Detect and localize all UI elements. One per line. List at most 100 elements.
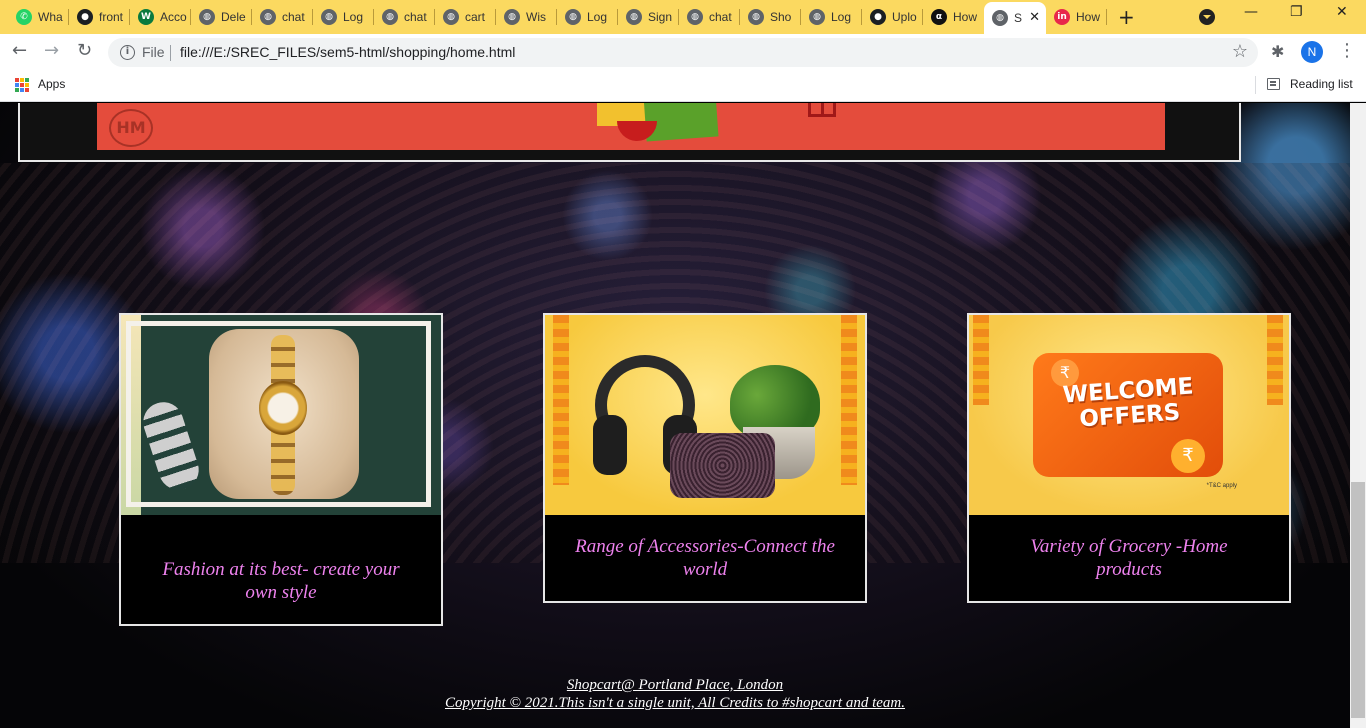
tab-title: Wis [526,10,546,24]
globe-icon: ◍ [321,9,337,25]
rupee-icon: ₹ [1171,439,1205,473]
browser-tab[interactable]: ◍ Wis [496,4,557,30]
browser-tab[interactable]: ◍ chat [679,4,740,30]
address-divider [170,45,171,61]
globe-icon: ◍ [382,9,398,25]
tnc-note: *T&C apply [1206,483,1237,489]
extensions-puzzle-icon[interactable]: ✱ [1271,42,1284,61]
info-icon[interactable]: i [120,45,135,60]
browser-tab[interactable]: ● front [69,4,130,30]
browser-tab[interactable]: ◍ S ✕ [984,2,1046,34]
browser-tab[interactable]: ◍ Log [557,4,618,30]
globe-icon: ◍ [748,9,764,25]
tab-title: front [99,10,124,24]
browser-tab[interactable]: ✆ Wha [8,4,69,30]
tab-title: Sign [648,10,673,24]
gift-outline-icon [808,103,836,117]
tab-title: S [1014,11,1023,25]
footer-address-link[interactable]: Shopcart@ Portland Place, London [0,676,1350,694]
tab-title: chat [709,10,732,24]
product-card-grocery[interactable]: ₹ WELCOME OFFERS ₹ *T&C apply Variety of… [967,313,1291,603]
bookmarks-divider [1255,76,1256,94]
tab-title: Log [587,10,608,24]
invision-icon: in [1054,9,1070,25]
reload-button[interactable]: ↻ [77,40,92,61]
browser-tab[interactable]: ◍ Dele [191,4,252,30]
close-tab-icon[interactable]: ✕ [1029,10,1040,25]
tab-title: Wha [38,10,63,24]
page-viewport: HM Fashion at its best- create your own … [0,103,1350,728]
browser-tab[interactable]: W Acco [130,4,191,30]
globe-icon: ◍ [626,9,642,25]
globe-icon: ◍ [809,9,825,25]
globe-icon: ◍ [260,9,276,25]
browser-toolbar: ← → ↻ i File file:///E:/SREC_FILES/sem5-… [0,34,1366,70]
browser-tab[interactable]: ◍ cart [435,4,496,30]
tab-title: How [953,10,978,24]
bookmarks-bar: Apps Reading list [0,70,1366,102]
tab-title: Sho [770,10,792,24]
welcome-offers-image[interactable]: ₹ WELCOME OFFERS ₹ *T&C apply [969,315,1289,515]
browser-tab[interactable]: ◍ chat [252,4,313,30]
tab-title: chat [282,10,305,24]
browser-tab[interactable]: ◍ Sign [618,4,679,30]
wix-icon: W [138,9,154,25]
github-icon: ● [870,9,886,25]
browser-tab[interactable]: ◍ chat [374,4,435,30]
tab-title: Log [343,10,364,24]
card-caption: Range of Accessories-Connect the world [575,536,835,580]
tab-title: chat [404,10,427,24]
tab-title: Dele [221,10,246,24]
scrollbar-thumb[interactable] [1351,482,1365,718]
browser-tab[interactable]: ◍ Log [801,4,862,30]
browser-tab[interactable]: ◍ Sho [740,4,801,30]
tab-title: Uplo [892,10,917,24]
browser-tab[interactable]: ◍ Log [313,4,374,30]
globe-icon: ◍ [199,9,215,25]
fashion-watch-image[interactable] [121,315,441,515]
globe-icon: ◍ [565,9,581,25]
product-card-accessories[interactable]: Range of Accessories-Connect the world [543,313,867,603]
globe-icon: ◍ [443,9,459,25]
bookmark-star-icon[interactable]: ☆ [1232,41,1248,62]
apps-bookmark[interactable]: Apps [38,77,65,91]
tab-title: How [1076,10,1101,24]
new-tab-button[interactable]: + [1118,5,1135,29]
card-caption: Variety of Grocery -Home products [1030,536,1228,580]
page-footer: Shopcart@ Portland Place, London Copyrig… [0,676,1350,712]
apps-grid-icon[interactable] [15,78,29,92]
tab-title: cart [465,10,486,24]
product-card-fashion[interactable]: Fashion at its best- create your own sty… [119,313,443,626]
globe-icon: ◍ [687,9,703,25]
close-window-button[interactable]: ✕ [1336,4,1348,20]
footer-copyright-link[interactable]: Copyright © 2021.This isn't a single uni… [0,694,1350,712]
globe-icon: ◍ [992,10,1008,26]
reading-list-icon[interactable] [1267,78,1280,90]
forward-button[interactable]: → [44,40,59,61]
globe-icon: ◍ [504,9,520,25]
whatsapp-icon: ✆ [16,9,32,25]
address-bar[interactable]: i File file:///E:/SREC_FILES/sem5-html/s… [108,38,1258,67]
github-icon: ● [77,9,93,25]
reading-list-button[interactable]: Reading list [1290,77,1353,91]
browser-menu-icon[interactable]: ⋮ [1338,40,1356,61]
url-text[interactable]: file:///E:/SREC_FILES/sem5-html/shopping… [180,44,515,60]
alpha-icon: α [931,9,947,25]
tab-title: Log [831,10,852,24]
site-chip-label[interactable]: File [142,44,165,60]
promo-banner[interactable]: HM [18,103,1241,162]
browser-tab[interactable]: in How [1046,4,1107,30]
maximize-button[interactable]: ❐ [1290,4,1303,20]
accessories-image[interactable] [545,315,865,515]
tab-search-icon[interactable] [1199,9,1215,25]
card-caption: Fashion at its best- create your own sty… [162,559,400,603]
minimize-button[interactable]: — [1244,4,1258,20]
browser-tab[interactable]: ● Uplo [862,4,923,30]
tab-divider [1106,9,1107,25]
banner-image: HM [97,103,1165,150]
hm-logo: HM [109,109,153,147]
browser-tab[interactable]: α How [923,4,984,30]
profile-avatar[interactable]: N [1301,41,1323,63]
tab-title: Acco [160,10,187,24]
back-button[interactable]: ← [12,40,27,61]
